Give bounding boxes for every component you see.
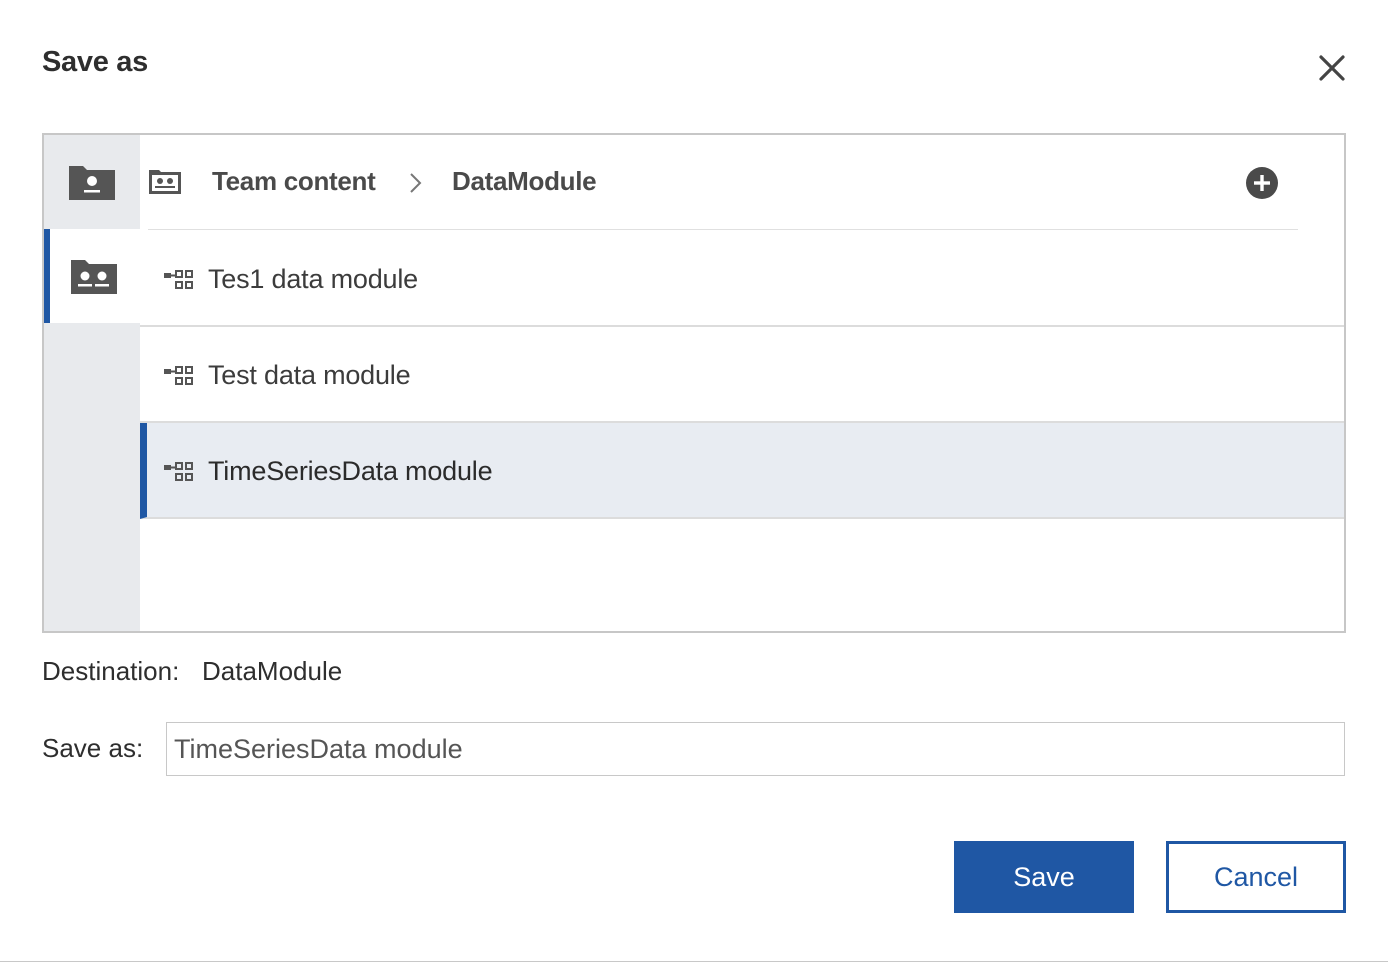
rail-item-my-content[interactable]: [44, 135, 140, 229]
close-icon: [1319, 55, 1345, 81]
content-browser: Team content DataModule Tes1 data module…: [42, 133, 1346, 633]
close-button[interactable]: [1312, 48, 1352, 88]
list-item-label: TimeSeriesData module: [208, 456, 493, 486]
location-rail: [44, 135, 140, 631]
breadcrumb-divider: [148, 229, 1298, 230]
save-as-name-input[interactable]: [166, 722, 1345, 776]
list-item-label: Tes1 data module: [208, 264, 418, 294]
rail-item-team-content[interactable]: [44, 229, 140, 323]
breadcrumb-team-content[interactable]: Team content: [212, 166, 376, 197]
list-item-selected[interactable]: TimeSeriesData module: [140, 423, 1344, 519]
dialog-title: Save as: [42, 46, 148, 78]
data-module-icon: [164, 366, 193, 385]
data-module-icon: [164, 462, 193, 481]
breadcrumb: Team content DataModule: [140, 135, 1344, 230]
destination-label: Destination:: [42, 656, 180, 686]
save-as-dialog: Save as Team content DataModule Tes1 dat…: [0, 0, 1388, 962]
team-content-folder-icon: [149, 170, 181, 194]
destination-value: DataModule: [202, 656, 343, 686]
team-content-folder-icon: [71, 260, 117, 294]
content-pane: Team content DataModule Tes1 data module…: [140, 135, 1344, 631]
list-item-label: Test data module: [208, 360, 411, 390]
add-folder-icon[interactable]: [1246, 167, 1278, 199]
list-item[interactable]: Test data module: [140, 327, 1344, 423]
cancel-button[interactable]: Cancel: [1166, 841, 1346, 913]
save-button[interactable]: Save: [954, 841, 1134, 913]
my-content-folder-icon: [69, 166, 115, 200]
chevron-right-icon: [410, 173, 422, 193]
list-item[interactable]: Tes1 data module: [140, 231, 1344, 327]
breadcrumb-datamodule[interactable]: DataModule: [452, 166, 597, 197]
save-as-label: Save as:: [42, 733, 144, 763]
data-module-icon: [164, 270, 193, 289]
